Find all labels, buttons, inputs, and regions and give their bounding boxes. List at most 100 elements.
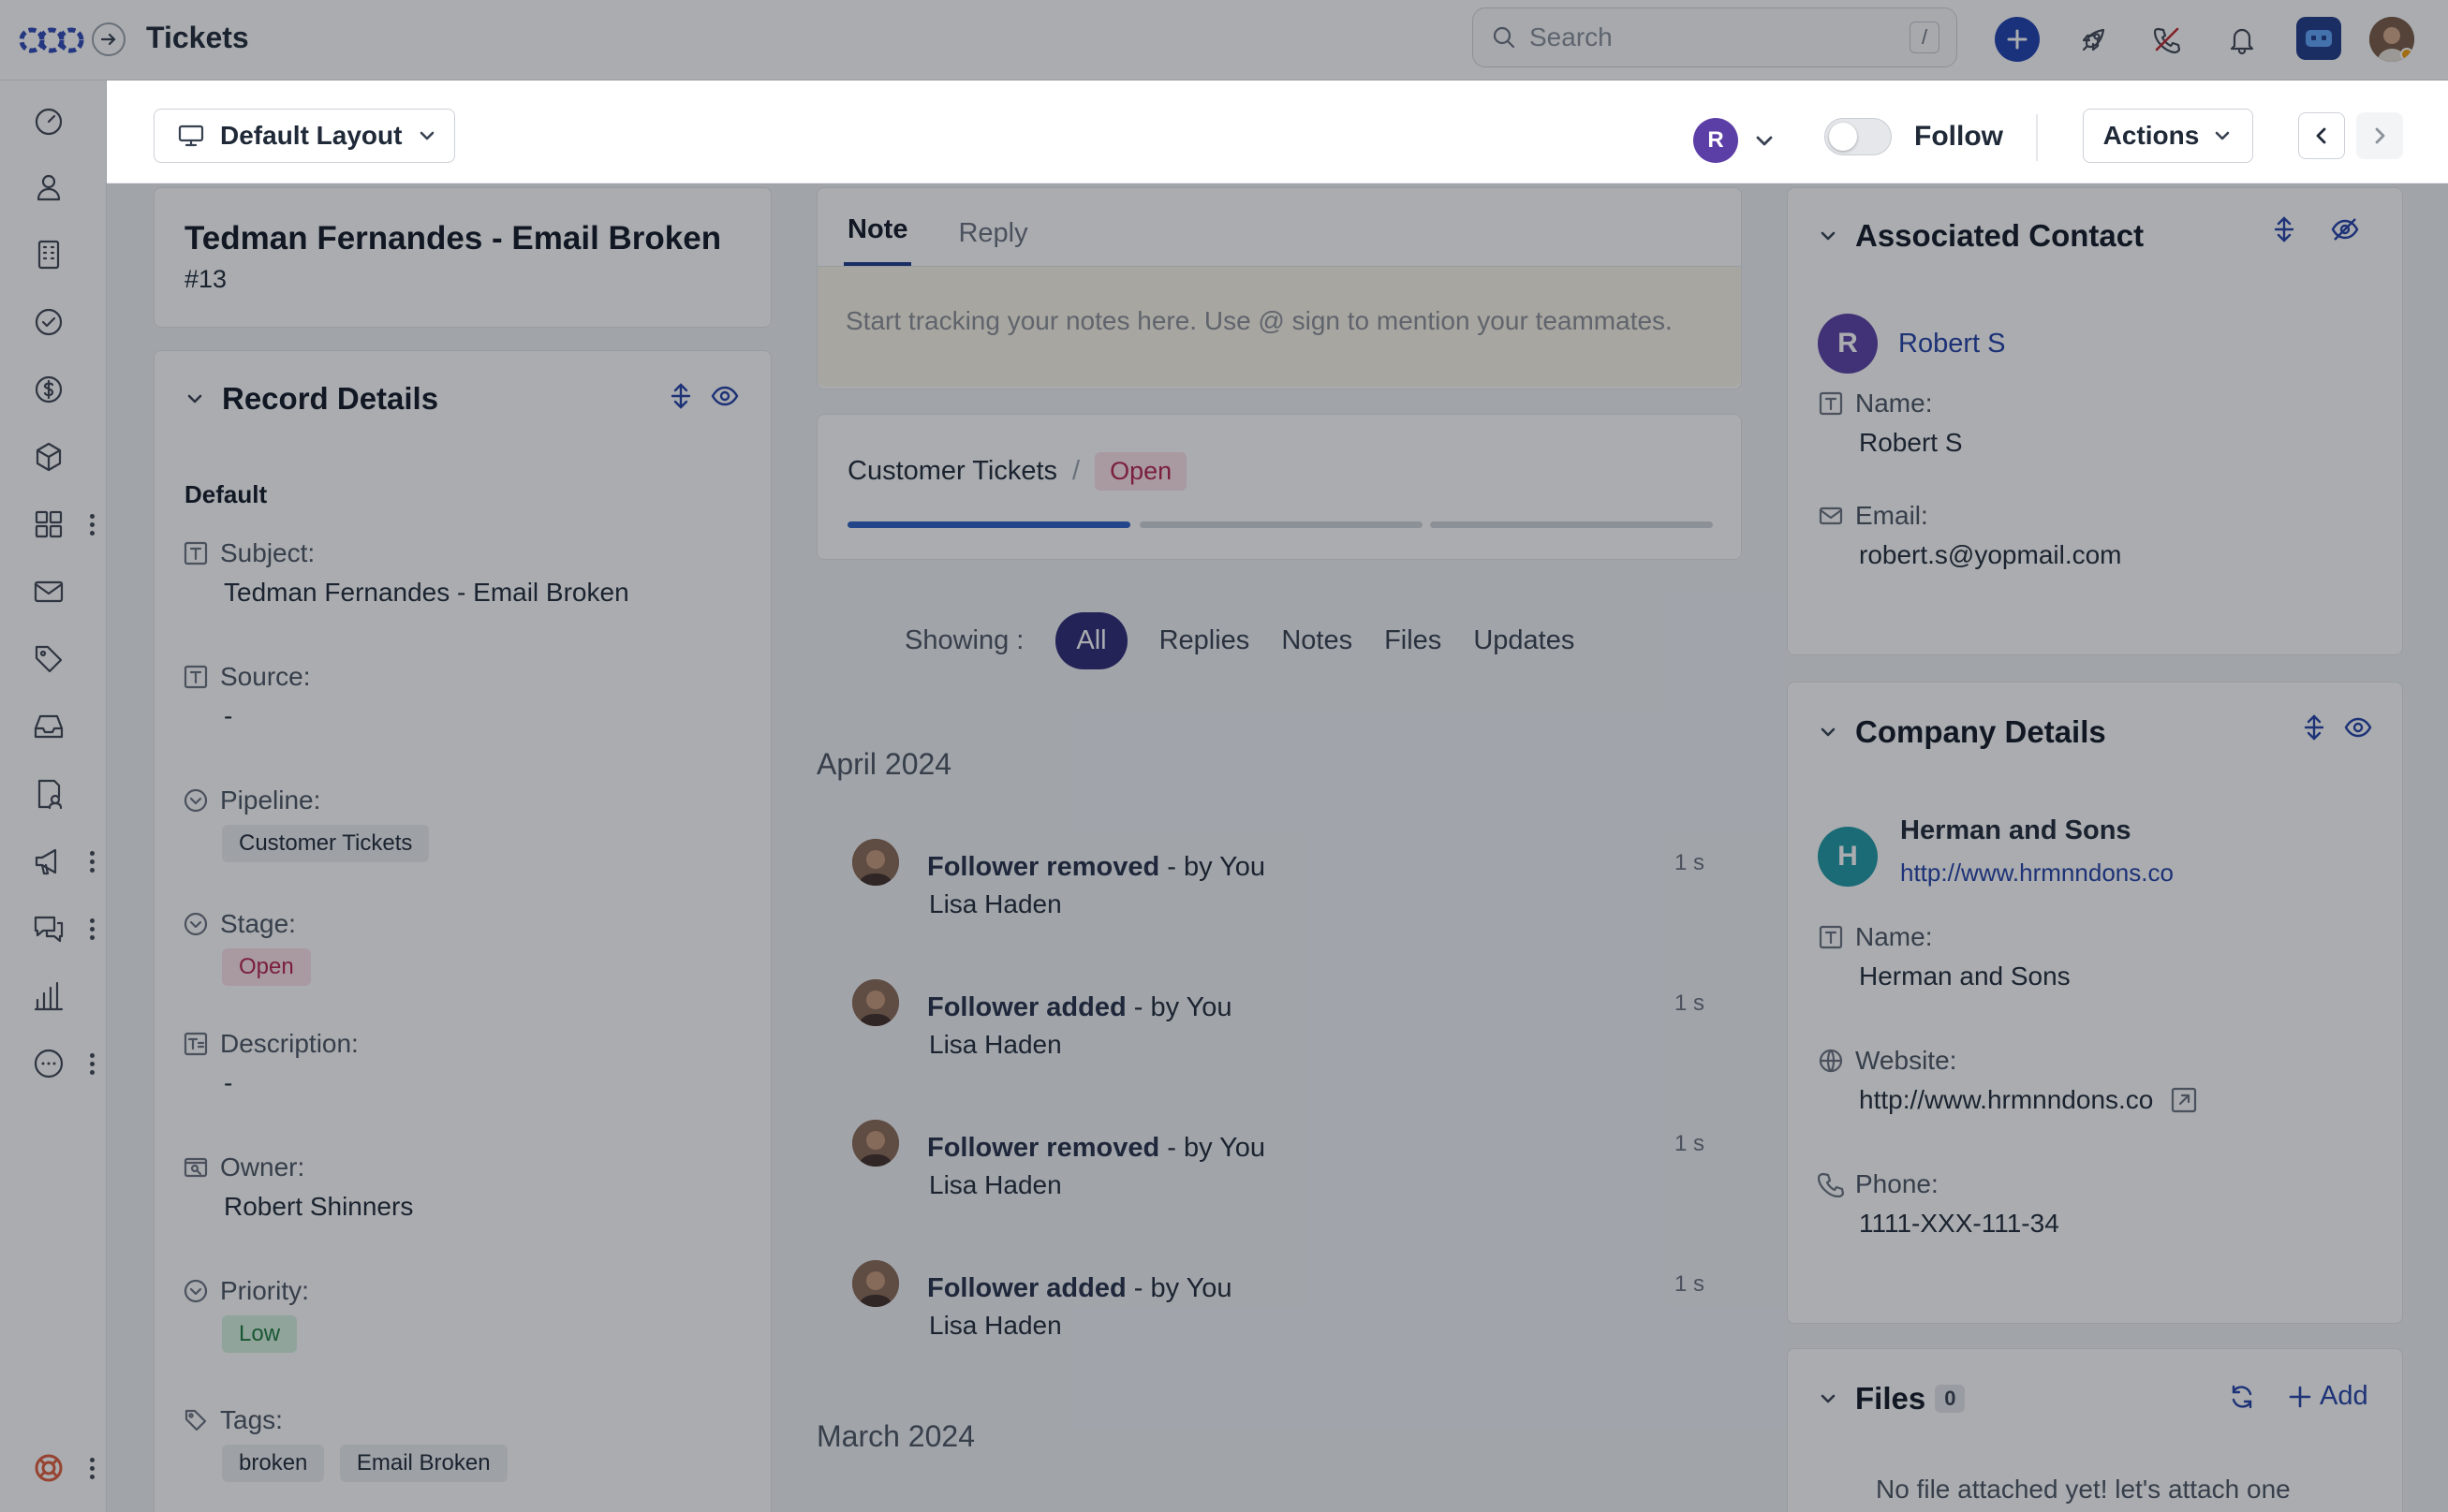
priority-chip[interactable]: Low	[222, 1315, 298, 1353]
stage-progress-segment[interactable]	[1430, 521, 1713, 528]
tag-chip[interactable]: Email Broken	[339, 1445, 508, 1482]
contact-identity: R Robert S	[1818, 314, 2005, 374]
files-header[interactable]: Files 0	[1818, 1381, 1966, 1417]
sidebar-item-email[interactable]	[28, 571, 69, 612]
company-url-link[interactable]: http://www.hrmnndons.co	[1900, 859, 2174, 888]
composer-tabs: Note Reply	[818, 188, 1741, 267]
assignee-selector[interactable]: R	[1693, 118, 1776, 163]
inbox-icon	[34, 714, 64, 739]
source-value[interactable]: -	[224, 701, 311, 731]
expand-collapse-icon[interactable]	[2271, 216, 2297, 242]
avatar	[852, 839, 899, 886]
contact-name-link[interactable]: Robert S	[1898, 329, 2005, 360]
sidebar-item-knowledge[interactable]	[28, 773, 69, 815]
sidebar-item-tasks[interactable]	[28, 301, 69, 343]
stage-field: Stage: Open	[183, 909, 311, 986]
filter-files[interactable]: Files	[1384, 625, 1441, 656]
expand-collapse-icon[interactable]	[2301, 714, 2327, 741]
timeline-item-title: Follower removed - by You	[927, 852, 1265, 883]
sidebar-apps-more-icon[interactable]	[82, 507, 101, 541]
filter-updates[interactable]: Updates	[1473, 625, 1574, 656]
files-title: Files	[1855, 1381, 1926, 1416]
external-link-icon[interactable]	[2170, 1086, 2198, 1114]
sidebar-item-tickets[interactable]	[28, 639, 69, 680]
add-file-button[interactable]: Add	[2288, 1381, 2368, 1412]
sidebar-item-help[interactable]	[28, 1447, 69, 1489]
company-website-value[interactable]: http://www.hrmnndons.co	[1859, 1085, 2153, 1115]
tag-chip[interactable]: broken	[222, 1445, 325, 1482]
expand-collapse-icon[interactable]	[668, 383, 694, 409]
sidebar-campaigns-more-icon[interactable]	[82, 844, 101, 878]
sidebar-item-campaigns[interactable]	[28, 841, 69, 882]
notifications-button[interactable]	[2219, 17, 2264, 62]
filter-notes[interactable]: Notes	[1281, 625, 1352, 656]
pipeline-chip[interactable]: Customer Tickets	[222, 825, 430, 862]
app-logo-icon[interactable]	[19, 21, 84, 60]
stage-progress-segment[interactable]	[848, 521, 1130, 528]
company-name-value[interactable]: Herman and Sons	[1859, 962, 2071, 991]
ticket-number: #13	[184, 265, 228, 293]
timeline-item-time: 1 s	[1674, 1271, 1704, 1297]
tab-note[interactable]: Note	[844, 214, 912, 266]
rocket-button[interactable]	[2072, 17, 2116, 62]
sidebar-more-options-icon[interactable]	[82, 1047, 101, 1080]
timeline-item: Follower removed - by You Lisa Haden 1 s	[852, 839, 1704, 923]
company-phone-value[interactable]: 1111-XXX-111-34	[1859, 1209, 2059, 1239]
stage-chip[interactable]: Open	[222, 948, 311, 986]
timeline-item: Follower added - by You Lisa Haden 1 s	[852, 979, 1704, 1064]
tab-reply[interactable]: Reply	[958, 218, 1027, 266]
contact-email-value[interactable]: robert.s@yopmail.com	[1859, 540, 2122, 570]
stage-progress-segment[interactable]	[1140, 521, 1423, 528]
previous-record-button[interactable]	[2298, 112, 2345, 159]
next-record-button[interactable]	[2356, 112, 2403, 159]
filter-all[interactable]: All	[1055, 612, 1128, 669]
sidebar-item-contacts[interactable]	[28, 167, 69, 208]
actions-button[interactable]: Actions	[2083, 109, 2253, 163]
company-name[interactable]: Herman and Sons	[1900, 815, 2131, 846]
record-details-header[interactable]: Record Details	[184, 381, 438, 417]
associated-contact-header[interactable]: Associated Contact	[1818, 218, 2144, 254]
sidebar-item-companies[interactable]	[28, 234, 69, 275]
sidebar-item-deals[interactable]	[28, 369, 69, 410]
cube-icon	[36, 442, 62, 472]
contact-name-field: Name: Robert S	[1818, 389, 1963, 458]
eye-icon[interactable]	[2344, 714, 2372, 741]
sidebar-item-more[interactable]	[28, 1043, 69, 1084]
stage-chip[interactable]: Open	[1095, 452, 1187, 491]
expand-sidebar-button[interactable]	[92, 22, 125, 56]
layout-selector[interactable]: Default Layout	[154, 109, 455, 163]
sidebar-conversations-more-icon[interactable]	[82, 912, 101, 946]
eye-off-icon[interactable]	[2331, 216, 2359, 242]
note-input[interactable]: Start tracking your notes here. Use @ si…	[818, 267, 1741, 387]
create-button[interactable]	[1995, 17, 2040, 62]
follow-toggle[interactable]	[1824, 118, 1892, 155]
tag-icon	[184, 1409, 207, 1431]
sidebar-item-conversations[interactable]	[28, 908, 69, 949]
contact-name-value[interactable]: Robert S	[1859, 428, 1963, 458]
refresh-icon[interactable]	[2228, 1383, 2256, 1411]
sidebar-item-dashboard[interactable]	[28, 99, 69, 140]
eye-icon[interactable]	[711, 383, 739, 409]
timeline-item-title: Follower removed - by You	[927, 1133, 1265, 1164]
sidebar-help-more-icon[interactable]	[82, 1451, 101, 1485]
sidebar-item-apps[interactable]	[28, 504, 69, 545]
sidebar-item-reports[interactable]	[28, 976, 69, 1017]
sidebar-item-inbox[interactable]	[28, 706, 69, 747]
timeline-by: - by You	[1159, 852, 1266, 882]
description-value[interactable]: -	[224, 1068, 359, 1098]
subject-value[interactable]: Tedman Fernandes - Email Broken	[224, 578, 629, 608]
company-name-field: Name: Herman and Sons	[1818, 922, 2071, 991]
search-input[interactable]: Search /	[1472, 7, 1957, 67]
chevron-down-icon	[2216, 131, 2230, 140]
sidebar-item-products[interactable]	[28, 436, 69, 477]
timeline-item-title: Follower added - by You	[927, 1273, 1232, 1304]
assistant-button[interactable]	[2296, 17, 2341, 60]
owner-value[interactable]: Robert Shinners	[224, 1192, 413, 1222]
company-details-header[interactable]: Company Details	[1818, 714, 2106, 750]
files-count-badge: 0	[1935, 1385, 1966, 1413]
phone-off-button[interactable]	[2145, 17, 2190, 62]
chevron-down-icon	[187, 394, 202, 404]
pipeline-name[interactable]: Customer Tickets	[848, 456, 1057, 487]
user-avatar[interactable]	[2369, 17, 2414, 62]
filter-replies[interactable]: Replies	[1159, 625, 1250, 656]
